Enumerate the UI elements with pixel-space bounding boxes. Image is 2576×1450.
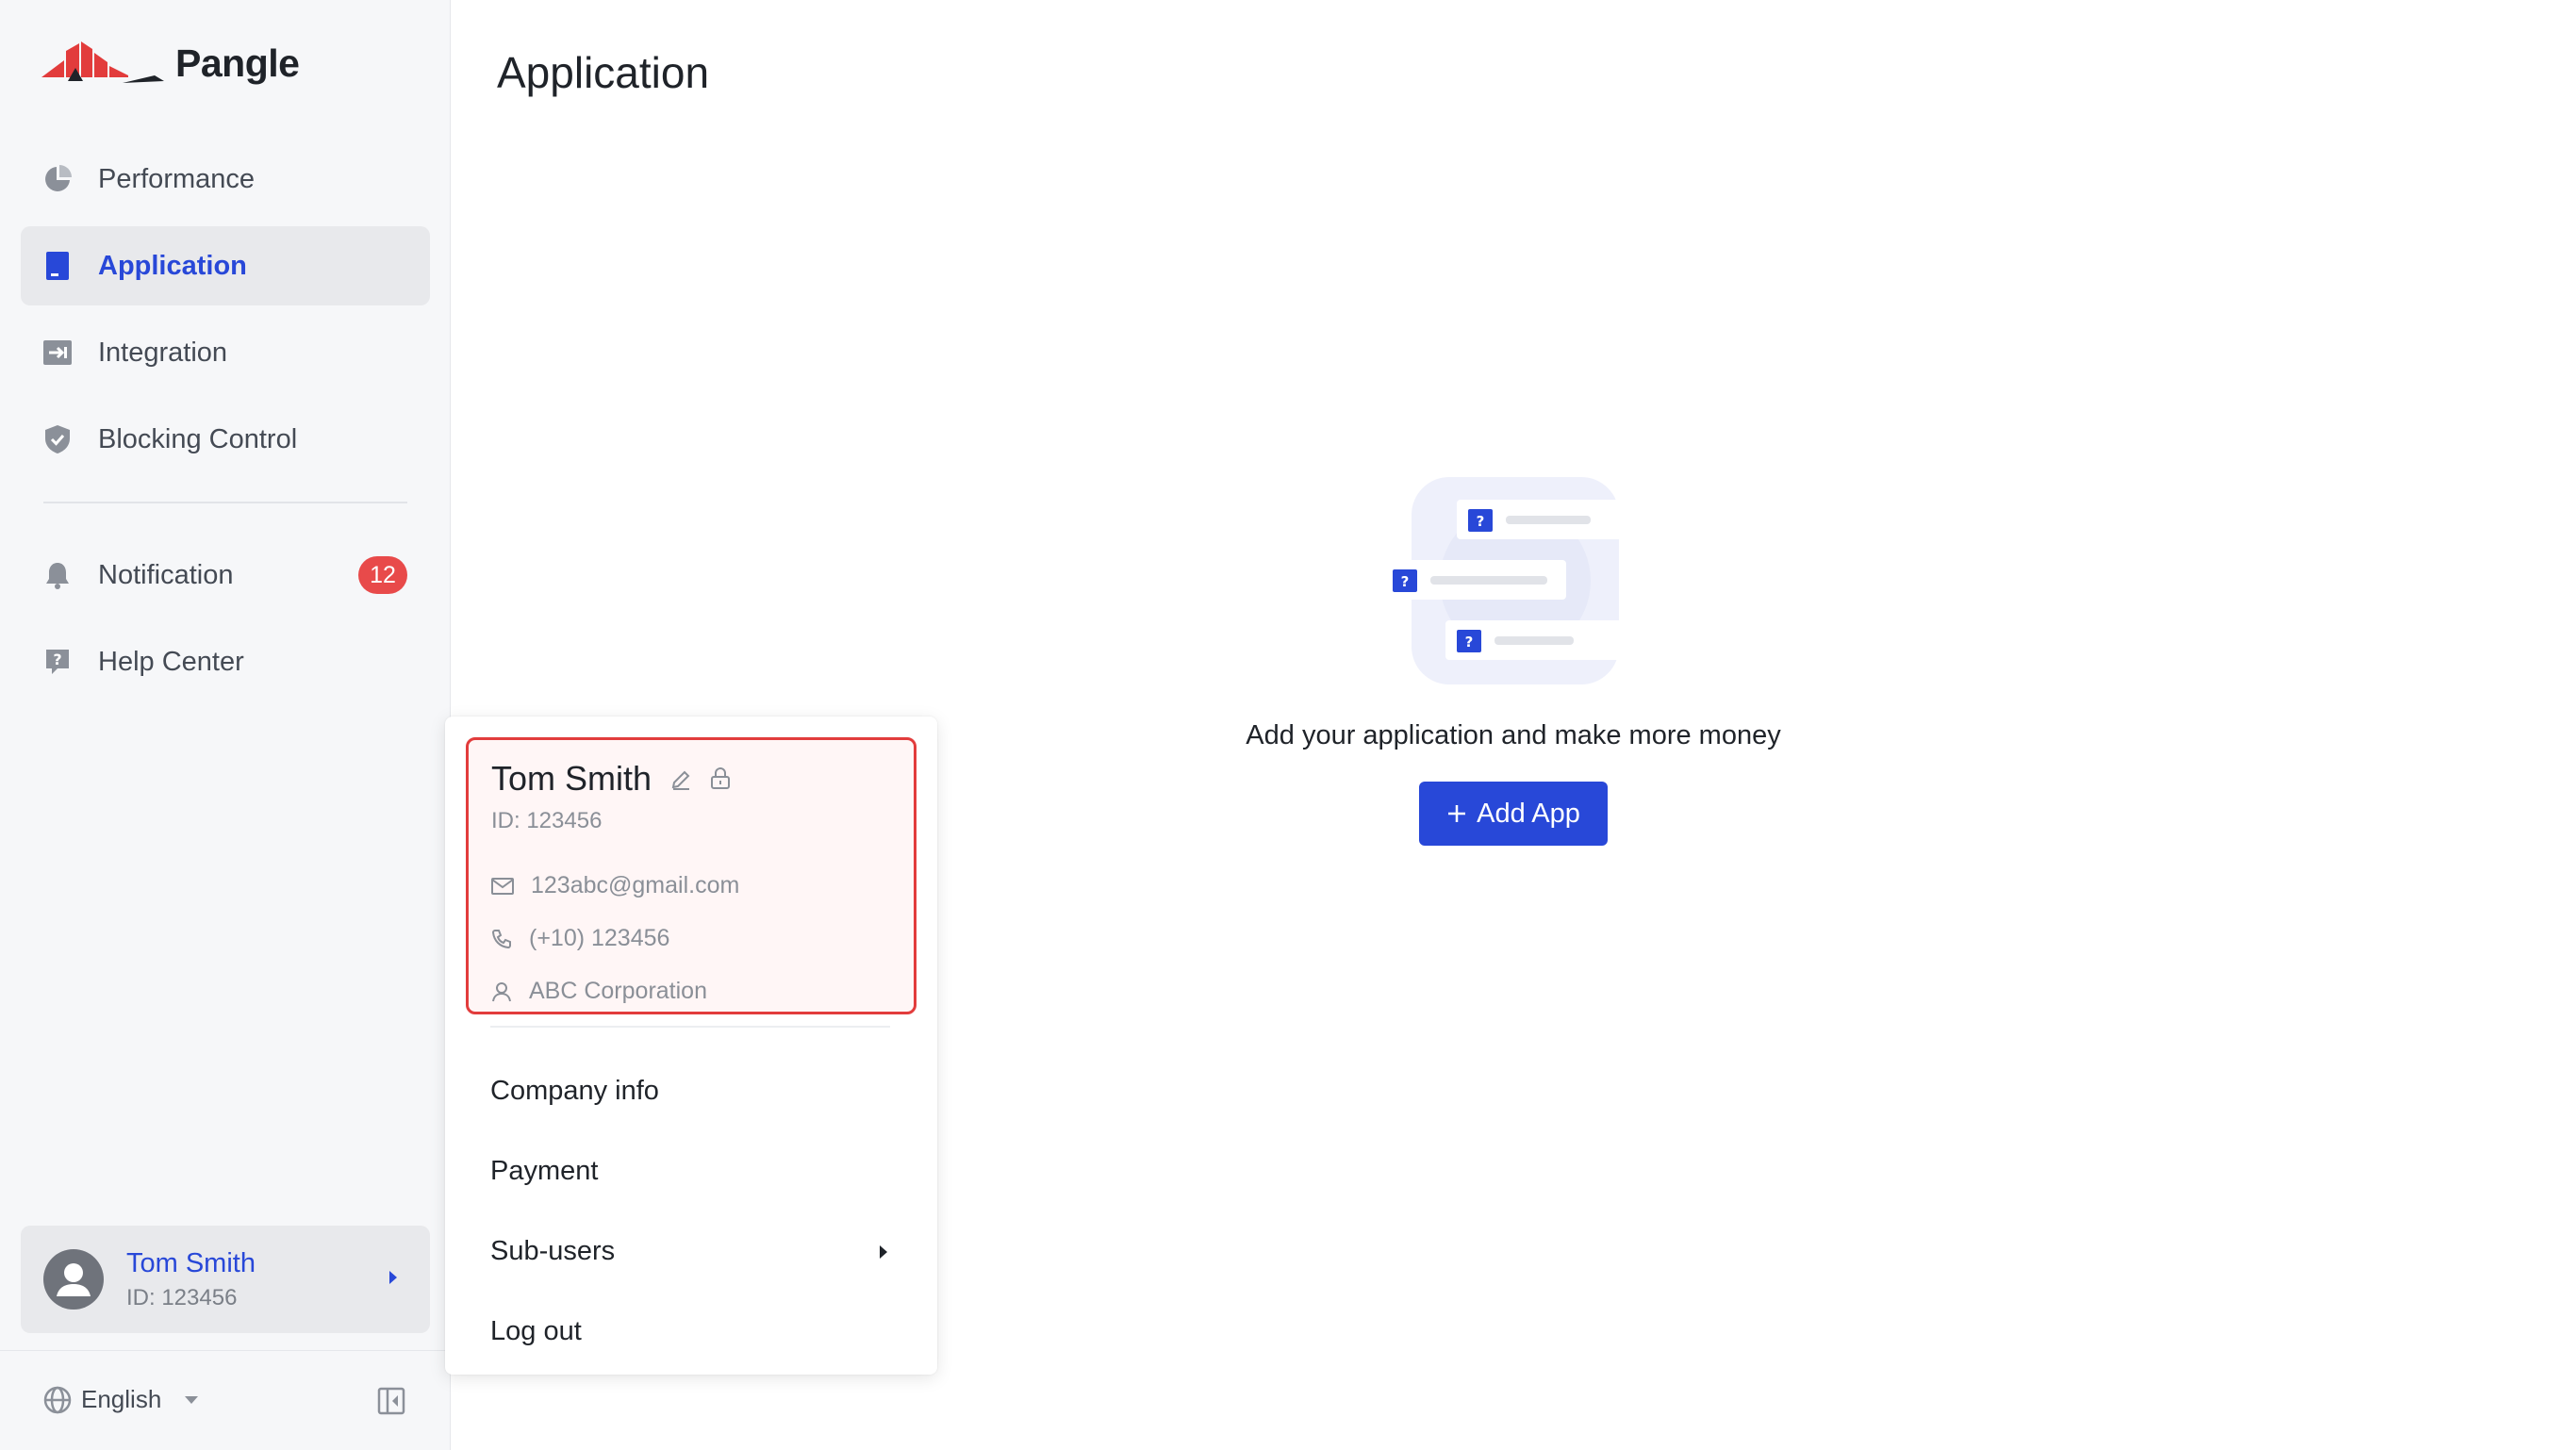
profile-email-row: 123abc@gmail.com [491, 872, 739, 899]
menu-item-log-out[interactable]: Log out [490, 1298, 890, 1364]
menu-item-company-info[interactable]: Company info [490, 1058, 890, 1124]
menu-divider [490, 1026, 890, 1028]
caret-right-icon [388, 1270, 398, 1290]
sidebar-item-performance[interactable]: Performance [21, 140, 430, 219]
sidebar-item-application[interactable]: Application [21, 226, 430, 305]
pangle-logo-icon [41, 41, 164, 83]
nav-divider [43, 502, 407, 503]
caret-right-icon [879, 1236, 888, 1267]
profile-id: ID: 123456 [491, 808, 603, 833]
empty-state: ? ? ? Add your application and make more… [1169, 471, 1858, 846]
help-icon: ? [43, 648, 72, 676]
integration-icon [43, 338, 72, 367]
svg-text:?: ? [1401, 573, 1410, 590]
user-name: Tom Smith [126, 1247, 256, 1278]
person-icon [492, 981, 511, 1001]
svg-text:?: ? [1477, 513, 1485, 530]
sidebar-item-label: Help Center [98, 646, 244, 677]
menu-item-sub-users[interactable]: Sub-users [490, 1218, 890, 1284]
empty-state-message: Add your application and make more money [1246, 720, 1781, 750]
svg-text:?: ? [53, 651, 61, 668]
menu-item-label: Payment [490, 1155, 599, 1186]
sidebar-item-blocking-control[interactable]: Blocking Control [21, 400, 430, 479]
phone-icon [491, 929, 511, 948]
add-app-button[interactable]: Add App [1419, 782, 1608, 846]
collapse-sidebar-button[interactable] [377, 1387, 405, 1420]
user-id: ID: 123456 [126, 1284, 238, 1310]
sidebar: Pangle Performance Application Integrati… [0, 0, 451, 1450]
profile-company-row: ABC Corporation [491, 978, 707, 1005]
sidebar-item-help-center[interactable]: ? Help Center [21, 622, 430, 701]
svg-text:?: ? [1465, 634, 1474, 651]
globe-icon [43, 1386, 72, 1413]
empty-state-illustration: ? ? ? [1381, 477, 1642, 684]
language-selector[interactable]: English [43, 1385, 199, 1414]
profile-phone-row: (+10) 123456 [491, 925, 669, 952]
pangle-logo[interactable]: Pangle [41, 40, 300, 87]
pie-chart-icon [43, 165, 72, 193]
collapse-sidebar-icon [377, 1387, 405, 1415]
bell-icon [43, 561, 72, 589]
profile-name: Tom Smith [491, 759, 652, 798]
menu-item-label: Company info [490, 1075, 659, 1106]
profile-summary: Tom Smith ID: 123456 123abc@gmail.com (+… [466, 737, 916, 1014]
app-icon [43, 252, 72, 280]
menu-item-label: Log out [490, 1315, 582, 1346]
edit-icon[interactable] [670, 759, 691, 799]
lock-icon[interactable] [710, 759, 731, 799]
brand-name: Pangle [175, 41, 300, 85]
shield-icon [43, 425, 72, 453]
profile-email: 123abc@gmail.com [531, 872, 740, 898]
sidebar-item-integration[interactable]: Integration [21, 313, 430, 392]
sidebar-item-label: Blocking Control [98, 423, 298, 454]
sidebar-nav: Performance Application Integration Bloc… [21, 140, 430, 709]
sidebar-footer: English [0, 1350, 451, 1450]
language-label: English [81, 1385, 162, 1413]
profile-dropdown-menu: Tom Smith ID: 123456 123abc@gmail.com (+… [445, 717, 937, 1375]
profile-phone: (+10) 123456 [529, 925, 670, 951]
menu-item-label: Sub-users [490, 1235, 616, 1266]
sidebar-item-label: Notification [98, 559, 234, 590]
mail-icon [491, 877, 514, 895]
user-avatar-icon [57, 1263, 91, 1296]
sidebar-item-label: Integration [98, 337, 228, 368]
sidebar-item-notification[interactable]: Notification 12 [21, 536, 430, 615]
add-app-label: Add App [1477, 798, 1580, 829]
notification-count-badge: 12 [358, 556, 407, 594]
profile-company: ABC Corporation [529, 978, 707, 1004]
sidebar-item-label: Performance [98, 163, 256, 194]
user-account-button[interactable]: Tom Smith ID: 123456 [21, 1226, 430, 1333]
page-title: Application [497, 48, 710, 97]
plus-icon [1448, 805, 1466, 822]
chevron-down-icon [185, 1395, 199, 1404]
menu-item-payment[interactable]: Payment [490, 1138, 890, 1204]
avatar [43, 1249, 104, 1310]
sidebar-item-label: Application [98, 250, 247, 281]
